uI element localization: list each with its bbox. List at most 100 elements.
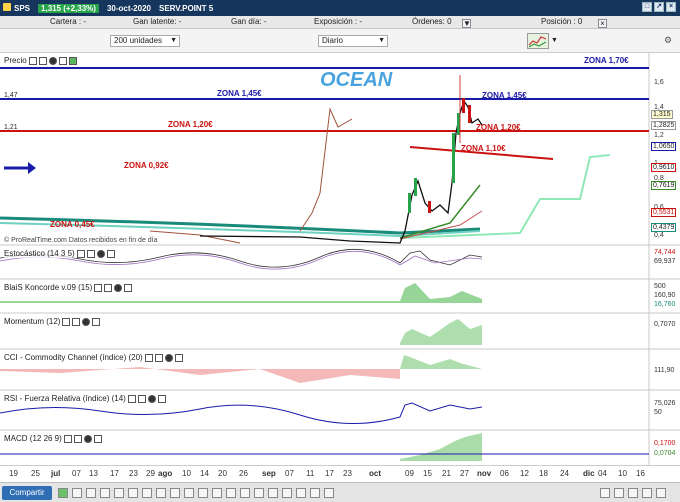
fibonacci-icon[interactable] (156, 488, 166, 498)
channel-tool-icon[interactable] (226, 488, 236, 498)
wrench-icon[interactable] (144, 353, 153, 362)
date-tick: 13 (89, 469, 98, 478)
cartera: Cartera : - (50, 17, 87, 26)
close-panel-icon[interactable] (82, 317, 91, 326)
wrench-icon[interactable] (62, 317, 71, 326)
print-icon[interactable] (324, 488, 334, 498)
zoom-out-icon[interactable] (86, 488, 96, 498)
indicator-value: 50 (654, 409, 662, 416)
screenshot-icon[interactable] (310, 488, 320, 498)
restore-icon[interactable]: □ (642, 2, 652, 12)
settings-icon[interactable]: ⚙ (664, 35, 672, 46)
eraser-icon[interactable] (254, 488, 264, 498)
wrench-icon[interactable] (94, 283, 103, 292)
position-close-icon[interactable]: × (598, 19, 607, 28)
arrow-tool-icon[interactable] (184, 488, 194, 498)
date-tick: sep (262, 469, 276, 478)
close-panel-icon[interactable] (164, 353, 173, 362)
indicator-value: 74,744 (654, 249, 676, 256)
period-select[interactable]: Diario ▼ (318, 35, 388, 47)
date-tick: 04 (598, 469, 607, 478)
wrench-icon[interactable] (76, 249, 85, 258)
date-tick: 20 (218, 469, 227, 478)
units-select[interactable]: 200 unidades ▼ (110, 35, 180, 47)
chart-style-icon[interactable] (58, 488, 68, 498)
close-panel-icon[interactable] (114, 283, 123, 292)
zone-045-label: ZONA 0,45€ (50, 220, 95, 229)
text-tool-icon[interactable] (142, 488, 152, 498)
ocean-label: OCEAN (320, 69, 393, 91)
zoom-plus-icon[interactable] (642, 488, 652, 498)
koncorde-panel-label: BlaiS Koncorde v.09 (15) (4, 283, 133, 292)
cci-area-neg (0, 367, 400, 383)
date-tick: 09 (405, 469, 414, 478)
date-tick: 26 (239, 469, 248, 478)
trend-tool-icon[interactable] (128, 488, 138, 498)
ma-green-light (399, 154, 611, 239)
date-tick: 17 (110, 469, 119, 478)
crosshair-icon[interactable] (296, 488, 306, 498)
line-tool-icon[interactable] (114, 488, 124, 498)
date-tick: 17 (325, 469, 334, 478)
share-button[interactable]: Compartir (2, 486, 52, 500)
date-tick: dic (583, 469, 595, 478)
info-bar: Cartera : - Gan latente: - Gan día: - Ex… (0, 16, 680, 29)
window-icon[interactable] (73, 434, 82, 443)
window-icon[interactable] (137, 394, 146, 403)
scroll-left-icon[interactable] (600, 488, 610, 498)
wrench-icon[interactable] (63, 434, 72, 443)
magnet-icon[interactable] (212, 488, 222, 498)
chart-area[interactable]: Precio OCEAN ZONA 1,70€ ZONA 1,45€ ZONA … (0, 53, 680, 465)
maximize-icon[interactable] (58, 56, 67, 65)
date-tick: ago (158, 469, 173, 478)
window-icon[interactable] (104, 283, 113, 292)
window-icon[interactable] (154, 353, 163, 362)
maximize-icon[interactable] (92, 317, 101, 326)
measure-tool-icon[interactable] (198, 488, 208, 498)
date-tick: 24 (560, 469, 569, 478)
zoom-fit-icon[interactable] (614, 488, 624, 498)
maximize-icon[interactable] (157, 394, 166, 403)
lock-icon[interactable] (282, 488, 292, 498)
date-tick: 25 (31, 469, 40, 478)
maximize-icon[interactable] (174, 353, 183, 362)
indicator-label: BlaiS Koncorde v.09 (15) (4, 283, 93, 292)
close-panel-icon[interactable] (83, 434, 92, 443)
chart-type-icon[interactable] (527, 33, 549, 49)
zone-120-label: ZONA 1,20€ (168, 120, 213, 129)
maximize-icon[interactable] (93, 434, 102, 443)
wrench-icon[interactable] (28, 56, 37, 65)
add-indicator-icon[interactable] (68, 56, 77, 65)
window-icon[interactable] (72, 317, 81, 326)
scroll-right-icon[interactable] (656, 488, 666, 498)
price-badge: 0,4379 (651, 223, 677, 232)
window-icon[interactable] (86, 249, 95, 258)
window-icon[interactable] (38, 56, 47, 65)
ordenes: Órdenes: 0 (412, 17, 452, 26)
y-label: 1,2 (654, 132, 664, 139)
cursor-icon[interactable] (240, 488, 250, 498)
zone-110-label: ZONA 1,10€ (461, 144, 506, 153)
wrench-icon[interactable] (127, 394, 136, 403)
maximize-icon[interactable] (106, 249, 115, 258)
rectangle-tool-icon[interactable] (170, 488, 180, 498)
indicator-label: Momentum (12) (4, 317, 61, 326)
date-tick: 14 (200, 469, 209, 478)
delete-icon[interactable] (268, 488, 278, 498)
indicator-label: MACD (12 26 9) (4, 434, 62, 443)
date-tick: 27 (460, 469, 469, 478)
date-tick: 10 (182, 469, 191, 478)
close-panel-icon[interactable] (48, 56, 57, 65)
candle-icon[interactable] (72, 488, 82, 498)
close-panel-icon[interactable] (147, 394, 156, 403)
maximize-icon[interactable] (124, 283, 133, 292)
detach-icon[interactable]: ↗ (654, 2, 664, 12)
close-panel-icon[interactable] (96, 249, 105, 258)
close-icon[interactable]: × (666, 2, 676, 12)
units-value: 200 unidades (114, 36, 163, 45)
orders-down-icon[interactable]: ▼ (462, 19, 471, 28)
chart-type-chevron-icon[interactable]: ▼ (551, 37, 558, 44)
zoom-in-icon[interactable] (100, 488, 110, 498)
zoom-minus-icon[interactable] (628, 488, 638, 498)
date-tick: 23 (129, 469, 138, 478)
